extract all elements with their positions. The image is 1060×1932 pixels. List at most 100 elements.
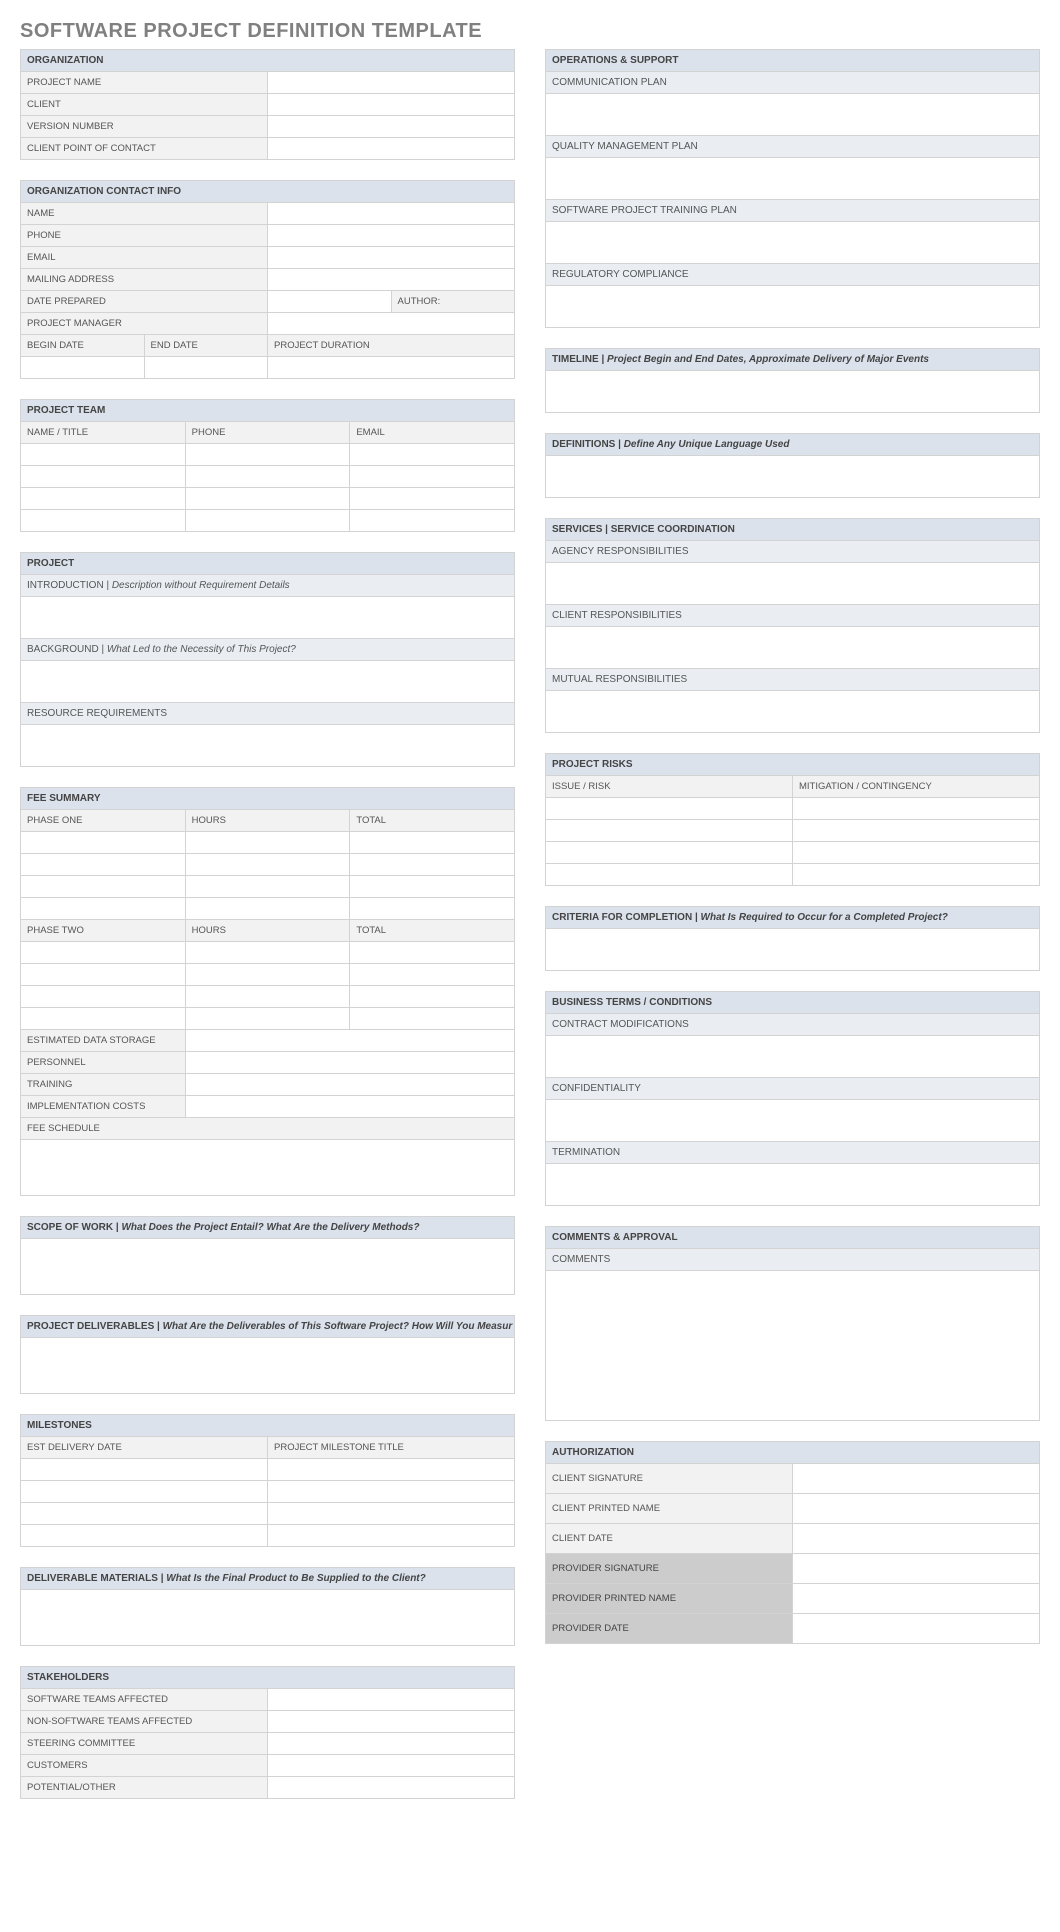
table-row[interactable] bbox=[350, 986, 515, 1008]
table-row[interactable] bbox=[21, 942, 186, 964]
table-row[interactable] bbox=[21, 1459, 268, 1481]
impl-costs-value[interactable] bbox=[185, 1096, 514, 1118]
comm-plan-value[interactable] bbox=[546, 94, 1040, 136]
contact-name-value[interactable] bbox=[268, 203, 515, 225]
table-row[interactable] bbox=[21, 444, 186, 466]
project-name-value[interactable] bbox=[268, 72, 515, 94]
table-row[interactable] bbox=[185, 876, 350, 898]
table-row[interactable] bbox=[546, 820, 793, 842]
table-row[interactable] bbox=[21, 510, 186, 532]
definitions-value[interactable] bbox=[546, 456, 1040, 498]
provider-printed-name-value[interactable] bbox=[793, 1584, 1040, 1614]
introduction-value[interactable] bbox=[21, 597, 515, 639]
table-row[interactable] bbox=[268, 1525, 515, 1547]
begin-date-value[interactable] bbox=[21, 357, 145, 379]
contact-phone-value[interactable] bbox=[268, 225, 515, 247]
table-row[interactable] bbox=[185, 898, 350, 920]
table-row[interactable] bbox=[21, 466, 186, 488]
client-signature-value[interactable] bbox=[793, 1464, 1040, 1494]
mutual-resp-value[interactable] bbox=[546, 691, 1040, 733]
table-row[interactable] bbox=[350, 510, 515, 532]
table-row[interactable] bbox=[793, 798, 1040, 820]
background-value[interactable] bbox=[21, 661, 515, 703]
table-row[interactable] bbox=[793, 842, 1040, 864]
table-row[interactable] bbox=[350, 832, 515, 854]
table-row[interactable] bbox=[21, 986, 186, 1008]
termination-value[interactable] bbox=[546, 1164, 1040, 1206]
training-plan-value[interactable] bbox=[546, 222, 1040, 264]
provider-signature-value[interactable] bbox=[793, 1554, 1040, 1584]
table-row[interactable] bbox=[350, 1008, 515, 1030]
table-row[interactable] bbox=[21, 854, 186, 876]
table-row[interactable] bbox=[21, 1008, 186, 1030]
client-date-value[interactable] bbox=[793, 1524, 1040, 1554]
potential-value[interactable] bbox=[268, 1777, 515, 1799]
table-row[interactable] bbox=[185, 964, 350, 986]
table-row[interactable] bbox=[21, 488, 186, 510]
table-row[interactable] bbox=[21, 964, 186, 986]
table-row[interactable] bbox=[546, 842, 793, 864]
table-row[interactable] bbox=[350, 898, 515, 920]
contract-mod-value[interactable] bbox=[546, 1036, 1040, 1078]
table-row[interactable] bbox=[185, 942, 350, 964]
table-row[interactable] bbox=[21, 832, 186, 854]
table-row[interactable] bbox=[350, 444, 515, 466]
table-row[interactable] bbox=[21, 1481, 268, 1503]
client-poc-value[interactable] bbox=[268, 138, 515, 160]
client-value[interactable] bbox=[268, 94, 515, 116]
version-number-value[interactable] bbox=[268, 116, 515, 138]
deliverables-value[interactable] bbox=[21, 1338, 515, 1394]
materials-value[interactable] bbox=[21, 1590, 515, 1646]
table-row[interactable] bbox=[21, 1525, 268, 1547]
scope-value[interactable] bbox=[21, 1239, 515, 1295]
criteria-value[interactable] bbox=[546, 929, 1040, 971]
confidentiality-value[interactable] bbox=[546, 1100, 1040, 1142]
table-row[interactable] bbox=[546, 798, 793, 820]
table-row[interactable] bbox=[185, 444, 350, 466]
table-row[interactable] bbox=[793, 820, 1040, 842]
table-row[interactable] bbox=[350, 876, 515, 898]
table-row[interactable] bbox=[185, 510, 350, 532]
table-row[interactable] bbox=[268, 1459, 515, 1481]
training-value[interactable] bbox=[185, 1074, 514, 1096]
table-row[interactable] bbox=[350, 854, 515, 876]
project-duration-value[interactable] bbox=[268, 357, 515, 379]
table-row[interactable] bbox=[350, 466, 515, 488]
personnel-value[interactable] bbox=[185, 1052, 514, 1074]
date-prepared-value[interactable] bbox=[268, 291, 392, 313]
client-printed-name-value[interactable] bbox=[793, 1494, 1040, 1524]
provider-date-value[interactable] bbox=[793, 1614, 1040, 1644]
resource-requirements-value[interactable] bbox=[21, 725, 515, 767]
fee-schedule-value[interactable] bbox=[21, 1140, 515, 1196]
table-row[interactable] bbox=[185, 1008, 350, 1030]
table-row[interactable] bbox=[185, 986, 350, 1008]
project-manager-value[interactable] bbox=[268, 313, 515, 335]
client-resp-value[interactable] bbox=[546, 627, 1040, 669]
table-row[interactable] bbox=[268, 1481, 515, 1503]
table-row[interactable] bbox=[268, 1503, 515, 1525]
table-row[interactable] bbox=[185, 466, 350, 488]
table-row[interactable] bbox=[185, 832, 350, 854]
steering-value[interactable] bbox=[268, 1733, 515, 1755]
timeline-value[interactable] bbox=[546, 371, 1040, 413]
table-row[interactable] bbox=[546, 864, 793, 886]
comments-value[interactable] bbox=[546, 1271, 1040, 1421]
table-row[interactable] bbox=[21, 876, 186, 898]
end-date-value[interactable] bbox=[144, 357, 268, 379]
regulatory-value[interactable] bbox=[546, 286, 1040, 328]
contact-mailing-value[interactable] bbox=[268, 269, 515, 291]
table-row[interactable] bbox=[21, 898, 186, 920]
table-row[interactable] bbox=[21, 1503, 268, 1525]
agency-resp-value[interactable] bbox=[546, 563, 1040, 605]
table-row[interactable] bbox=[185, 488, 350, 510]
customers-value[interactable] bbox=[268, 1755, 515, 1777]
table-row[interactable] bbox=[185, 854, 350, 876]
nonsoftware-teams-value[interactable] bbox=[268, 1711, 515, 1733]
table-row[interactable] bbox=[350, 964, 515, 986]
storage-value[interactable] bbox=[185, 1030, 514, 1052]
quality-plan-value[interactable] bbox=[546, 158, 1040, 200]
software-teams-value[interactable] bbox=[268, 1689, 515, 1711]
table-row[interactable] bbox=[350, 942, 515, 964]
table-row[interactable] bbox=[793, 864, 1040, 886]
table-row[interactable] bbox=[350, 488, 515, 510]
